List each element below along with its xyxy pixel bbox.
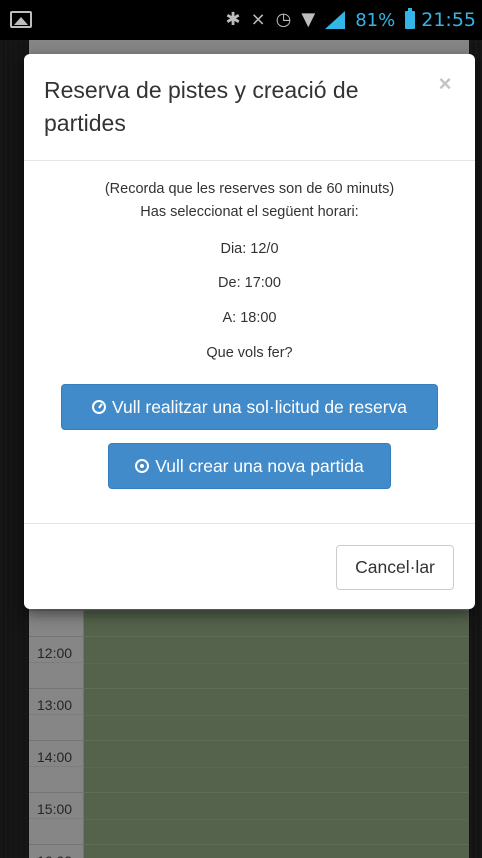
wifi-icon: ▼: [301, 9, 316, 30]
dialog-footer: Cancel·lar: [24, 523, 475, 609]
bluetooth-icon: ✱: [225, 9, 241, 30]
create-match-label: Vull crear una nova partida: [155, 455, 364, 476]
reservation-duration-note: (Recorda que les reserves son de 60 minu…: [104, 181, 395, 197]
selected-day: Dia: 12/0: [220, 241, 279, 257]
close-button[interactable]: ×: [435, 73, 455, 95]
screen: ✱ ⨯ ◷ ▼ 81% 21:55 12:00 13:00 14:00 15:0…: [0, 0, 482, 858]
alarm-icon: ◷: [275, 9, 292, 30]
request-reservation-button[interactable]: Vull realitzar una sol·licitud de reserv…: [61, 384, 438, 430]
cancel-button[interactable]: Cancel·lar: [336, 545, 454, 590]
dialog-header: Reserva de pistes y creació de partides …: [24, 54, 475, 161]
selected-start-time: De: 17:00: [218, 275, 281, 291]
action-question: Que vols fer?: [206, 345, 293, 361]
dialog-title: Reserva de pistes y creació de partides: [44, 77, 359, 136]
image-icon: [10, 11, 32, 28]
status-icons: ✱ ⨯ ◷ ▼ 81% 21:55: [225, 0, 476, 40]
record-icon: [135, 459, 150, 473]
create-match-button[interactable]: Vull crear una nova partida: [108, 443, 391, 489]
selected-end-time: A: 18:00: [222, 310, 277, 326]
battery-icon: [405, 8, 416, 29]
reservation-dialog: Reserva de pistes y creació de partides …: [24, 54, 475, 609]
mute-icon: ⨯: [250, 9, 266, 30]
status-bar: ✱ ⨯ ◷ ▼ 81% 21:55: [0, 0, 482, 40]
request-reservation-label: Vull realitzar una sol·licitud de reserv…: [111, 396, 408, 417]
signal-icon: [325, 11, 346, 29]
dashboard-icon: [91, 400, 106, 414]
selected-schedule-intro: Has seleccionat el següent horari:: [140, 204, 359, 220]
battery-percent: 81%: [355, 9, 396, 31]
clock: 21:55: [421, 9, 476, 31]
